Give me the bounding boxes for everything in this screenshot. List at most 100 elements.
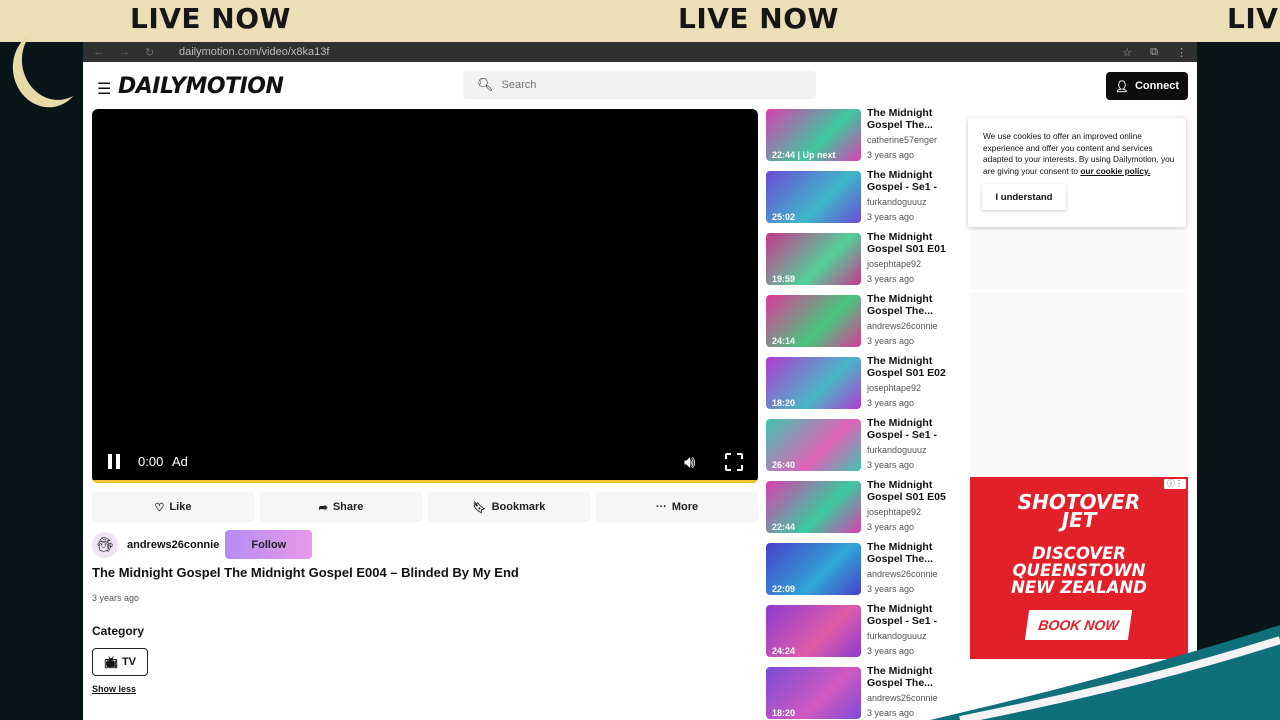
duration-badge: 22:09 [772, 584, 796, 594]
related-video-title[interactable]: The Midnight Gospel S01 E01 [867, 232, 965, 255]
related-video-title[interactable]: The Midnight Gospel The... [867, 542, 965, 565]
cookie-policy-link[interactable]: our cookie policy. [1080, 166, 1150, 176]
back-icon[interactable]: ← [93, 46, 119, 58]
live-now-text: LIVE NOW [130, 2, 291, 35]
related-video-age: 3 years ago [867, 460, 915, 470]
related-video-item[interactable]: 24:24 The Midnight Gospel - Se1 - Ep0... f… [766, 604, 966, 661]
related-video-title[interactable]: The Midnight Gospel - Se1 - Ep0... [867, 604, 965, 628]
follow-button[interactable]: Follow [225, 530, 313, 559]
volume-icon[interactable]: 🔊︎ [684, 452, 695, 473]
tv-icon: 📺︎ [103, 656, 118, 669]
dailymotion-logo[interactable]: DAILYMOTION [118, 74, 284, 99]
related-video-channel[interactable]: josephtape92 [867, 259, 921, 269]
star-icon[interactable]: ☆ [1122, 46, 1132, 59]
video-actions: ♡ Like ➦ Share 🔖︎ Bookmark ··· More [92, 492, 758, 522]
duration-badge: 19:59 [772, 274, 796, 284]
share-label: Share [332, 501, 364, 513]
like-button[interactable]: ♡ Like [92, 492, 254, 522]
related-video-item[interactable]: 22:44 | Up next The Midnight Gospel The..… [766, 108, 966, 165]
category-chip-tv[interactable]: 📺︎ TV [92, 648, 148, 676]
ad-brand-line: JET [1061, 508, 1097, 532]
related-video-title[interactable]: The Midnight Gospel S01 E05 [867, 480, 965, 503]
hamburger-menu-icon[interactable]: ☰ [97, 79, 111, 99]
channel-name[interactable]: andrews26connie [127, 539, 219, 551]
more-label: More [671, 501, 699, 513]
related-video-title[interactable]: The Midnight Gospel The... [867, 294, 965, 317]
related-video-item[interactable]: 26:40 The Midnight Gospel - Se1 - Ep0... f… [766, 418, 966, 475]
related-video-title[interactable]: The Midnight Gospel The... [867, 666, 965, 689]
ad-brand: SHOTOVER JET [970, 492, 1188, 532]
related-video-item[interactable]: 18:20 The Midnight Gospel S01 E02 josephta… [766, 356, 966, 413]
related-video-age: 3 years ago [867, 274, 915, 284]
duration-badge: 25:02 [772, 212, 796, 222]
connect-label: Connect [1134, 80, 1179, 92]
bookmark-label: Bookmark [491, 501, 546, 513]
related-video-channel[interactable]: josephtape92 [867, 507, 921, 517]
cookie-banner: We use cookies to offer an improved onli… [968, 118, 1186, 227]
show-less-link[interactable]: Show less [92, 684, 136, 694]
video-title: The Midnight Gospel The Midnight Gospel … [92, 565, 519, 580]
url-text[interactable]: dailymotion.com/video/x8ka13f [179, 46, 329, 58]
forward-icon[interactable]: → [119, 46, 145, 58]
ad-label: Ad [172, 454, 188, 469]
related-video-age: 3 years ago [867, 336, 915, 346]
ad-headline: DISCOVER QUEENSTOWN NEW ZEALAND [970, 545, 1188, 596]
related-video-item[interactable]: 24:14 The Midnight Gospel The... andrews26… [766, 294, 966, 351]
related-video-title[interactable]: The Midnight Gospel The... [867, 108, 965, 131]
fullscreen-icon[interactable] [724, 452, 744, 472]
pause-icon[interactable] [107, 454, 121, 469]
video-player[interactable]: 0:00 Ad 🔊︎ [92, 109, 758, 483]
related-video-channel[interactable]: catherine57enger [867, 135, 937, 145]
progress-bar[interactable] [92, 480, 758, 483]
related-video-title[interactable]: The Midnight Gospel - Se1 - Ep0... [867, 418, 965, 442]
menu-dots-icon[interactable]: ⋮ [1176, 46, 1187, 59]
related-video-channel[interactable]: andrews26connie [867, 569, 938, 579]
duration-badge: 24:14 [772, 336, 796, 346]
search-input[interactable] [501, 79, 802, 91]
live-now-banner: LIVE NOW LIVE NOW LIVE NOW [0, 0, 1280, 42]
related-video-title[interactable]: The Midnight Gospel S01 E02 [867, 356, 965, 379]
related-video-channel[interactable]: josephtape92 [867, 383, 921, 393]
connect-button[interactable]: 👤︎ Connect [1106, 72, 1188, 100]
reload-icon[interactable]: ↻ [145, 46, 171, 59]
related-video-item[interactable]: 25:02 The Midnight Gospel - Se1 - Ep0... f… [766, 170, 966, 227]
like-label: Like [169, 501, 192, 513]
search-box[interactable]: 🔍︎ [463, 71, 816, 99]
related-video-channel[interactable]: furkandoguuuz [867, 197, 927, 207]
related-video-item[interactable]: 18:20 The Midnight Gospel The... andrews26… [766, 666, 966, 720]
bookmark-button[interactable]: 🔖︎ Bookmark [428, 492, 590, 522]
time-display: 0:00 [138, 454, 164, 469]
channel-row: 🧙︎ andrews26connie Follow [92, 530, 313, 559]
category-heading: Category [92, 624, 145, 638]
ad-headline-line: DISCOVER [1031, 544, 1126, 563]
more-button[interactable]: ··· More [596, 492, 758, 522]
related-video-channel[interactable]: furkandoguuuz [867, 445, 927, 455]
duration-badge: 26:40 [772, 460, 796, 470]
related-video-channel[interactable]: andrews26connie [867, 321, 938, 331]
advertisement-banner[interactable]: ⓘ⋮ SHOTOVER JET DISCOVER QUEENSTOWN NEW … [970, 477, 1188, 659]
related-video-age: 3 years ago [867, 522, 915, 532]
related-video-age: 3 years ago [867, 212, 915, 222]
extensions-icon[interactable]: ⧉ [1150, 46, 1158, 59]
share-button[interactable]: ➦ Share [260, 492, 422, 522]
video-age: 3 years ago [92, 593, 140, 603]
related-video-age: 3 years ago [867, 398, 915, 408]
related-video-age: 3 years ago [867, 646, 915, 656]
ad-info-icon[interactable]: ⓘ⋮ [1164, 479, 1186, 489]
related-video-item[interactable]: 22:09 The Midnight Gospel The... andrews26… [766, 542, 966, 599]
avatar[interactable]: 🧙︎ [92, 531, 118, 558]
related-video-channel[interactable]: andrews26connie [867, 693, 938, 703]
site-header: ☰ DAILYMOTION 🔍︎ 👤︎ Connect [83, 64, 1197, 108]
i-understand-button[interactable]: I understand [982, 184, 1066, 210]
address-bar[interactable]: ← → ↻ dailymotion.com/video/x8ka13f ☆ ⧉ … [83, 42, 1197, 62]
duration-badge: 24:24 [772, 646, 796, 656]
related-video-title[interactable]: The Midnight Gospel - Se1 - Ep0... [867, 170, 965, 194]
related-video-item[interactable]: 22:44 The Midnight Gospel S01 E05 josephta… [766, 480, 966, 537]
duration-badge: 22:44 [772, 522, 796, 532]
related-video-age: 3 years ago [867, 150, 915, 160]
cookie-text: We use cookies to offer an improved onli… [983, 131, 1175, 177]
duration-badge: 18:20 [772, 708, 796, 718]
book-now-button[interactable]: BOOK NOW [1024, 610, 1133, 640]
related-video-item[interactable]: 19:59 The Midnight Gospel S01 E01 josephta… [766, 232, 966, 289]
related-video-channel[interactable]: furkandoguuuz [867, 631, 927, 641]
